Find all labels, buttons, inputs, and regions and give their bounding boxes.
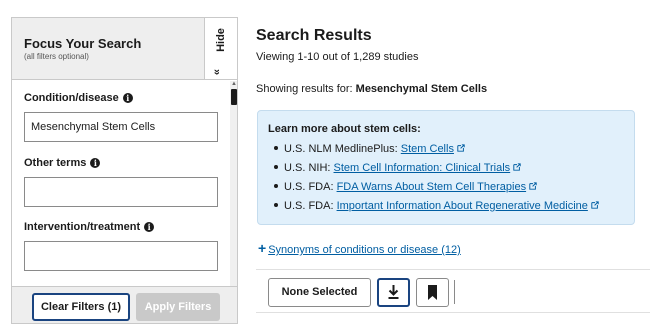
bullet — [274, 184, 278, 189]
showing-results-for: Showing results for: Mesenchymal Stem Ce… — [256, 83, 487, 95]
hide-filters-button[interactable]: Hide « — [205, 18, 237, 80]
chevron-double-left-icon: « — [211, 68, 224, 76]
clear-filters-button[interactable]: Clear Filters (1) — [32, 293, 130, 321]
intervention-label: Intervention/treatment i — [24, 221, 155, 233]
condition-input[interactable] — [24, 112, 218, 142]
list-item: U.S. NIH: Stem Cell Information: Clinica… — [274, 162, 521, 174]
external-link-icon — [591, 201, 599, 209]
info-icon[interactable]: i — [90, 158, 101, 168]
info-icon[interactable]: i — [122, 93, 133, 103]
showing-prefix: Showing results for: — [256, 83, 356, 95]
learn-item-link[interactable]: Stem Cells — [401, 143, 454, 155]
bullet — [274, 165, 278, 170]
synonyms-link[interactable]: Synonyms of conditions or disease (12) — [268, 244, 461, 256]
results-title: Search Results — [256, 27, 372, 44]
learn-item-link[interactable]: Stem Cell Information: Clinical Trials — [334, 162, 511, 174]
toolbar-divider — [454, 280, 455, 304]
learn-item-link[interactable]: Important Information About Regenerative… — [337, 200, 588, 212]
other-terms-label-text: Other terms — [24, 157, 87, 169]
scroll-thumb[interactable] — [231, 89, 237, 105]
learn-item-prefix: U.S. FDA: — [284, 200, 337, 212]
list-item: U.S. NLM MedlinePlus: Stem Cells — [274, 143, 465, 155]
condition-label-text: Condition/disease — [24, 92, 119, 104]
other-terms-input[interactable] — [24, 177, 218, 207]
learn-more-title: Learn more about stem cells: — [268, 123, 421, 135]
plus-icon: + — [258, 240, 267, 256]
learn-item-prefix: U.S. FDA: — [284, 181, 337, 193]
filter-scrollbar[interactable]: ▲ — [230, 81, 237, 286]
intervention-input[interactable] — [24, 241, 218, 271]
filter-header: Focus Your Search (all filters optional) — [12, 18, 205, 80]
other-terms-label: Other terms i — [24, 157, 101, 169]
condition-label: Condition/disease i — [24, 92, 133, 104]
learn-item-prefix: U.S. NLM MedlinePlus: — [284, 143, 401, 155]
list-item: U.S. FDA: Important Information About Re… — [274, 200, 599, 212]
hide-label: Hide — [215, 28, 227, 52]
info-icon[interactable]: i — [144, 222, 155, 232]
bookmark-button[interactable] — [416, 278, 449, 307]
filter-footer: Clear Filters (1) Apply Filters — [12, 286, 237, 323]
external-link-icon — [457, 144, 465, 152]
none-selected-button[interactable]: None Selected — [268, 278, 371, 307]
filter-subtitle: (all filters optional) — [24, 52, 89, 61]
showing-term: Mesenchymal Stem Cells — [355, 83, 488, 95]
bullet — [274, 203, 278, 208]
list-item: U.S. FDA: FDA Warns About Stem Cell Ther… — [274, 181, 537, 193]
download-button[interactable] — [377, 278, 410, 307]
learn-more-box: Learn more about stem cells: U.S. NLM Me… — [257, 110, 635, 225]
results-count: Viewing 1-10 out of 1,289 studies — [256, 51, 419, 63]
external-link-icon — [529, 182, 537, 190]
bullet — [274, 146, 278, 151]
intervention-label-text: Intervention/treatment — [24, 221, 141, 233]
learn-item-link[interactable]: FDA Warns About Stem Cell Therapies — [337, 181, 527, 193]
filter-panel: Focus Your Search (all filters optional)… — [11, 17, 238, 324]
apply-filters-button[interactable]: Apply Filters — [136, 293, 220, 321]
external-link-icon — [513, 163, 521, 171]
download-icon — [388, 285, 399, 299]
learn-item-prefix: U.S. NIH: — [284, 162, 334, 174]
synonyms-toggle[interactable]: + Synonyms of conditions or disease (12) — [258, 240, 461, 256]
bookmark-icon — [428, 285, 437, 300]
filter-body: Condition/disease i Other terms i Interv… — [12, 81, 230, 286]
scroll-up-arrow-icon[interactable]: ▲ — [231, 81, 237, 87]
results-toolbar: None Selected — [256, 269, 650, 313]
filter-title: Focus Your Search — [24, 36, 142, 51]
